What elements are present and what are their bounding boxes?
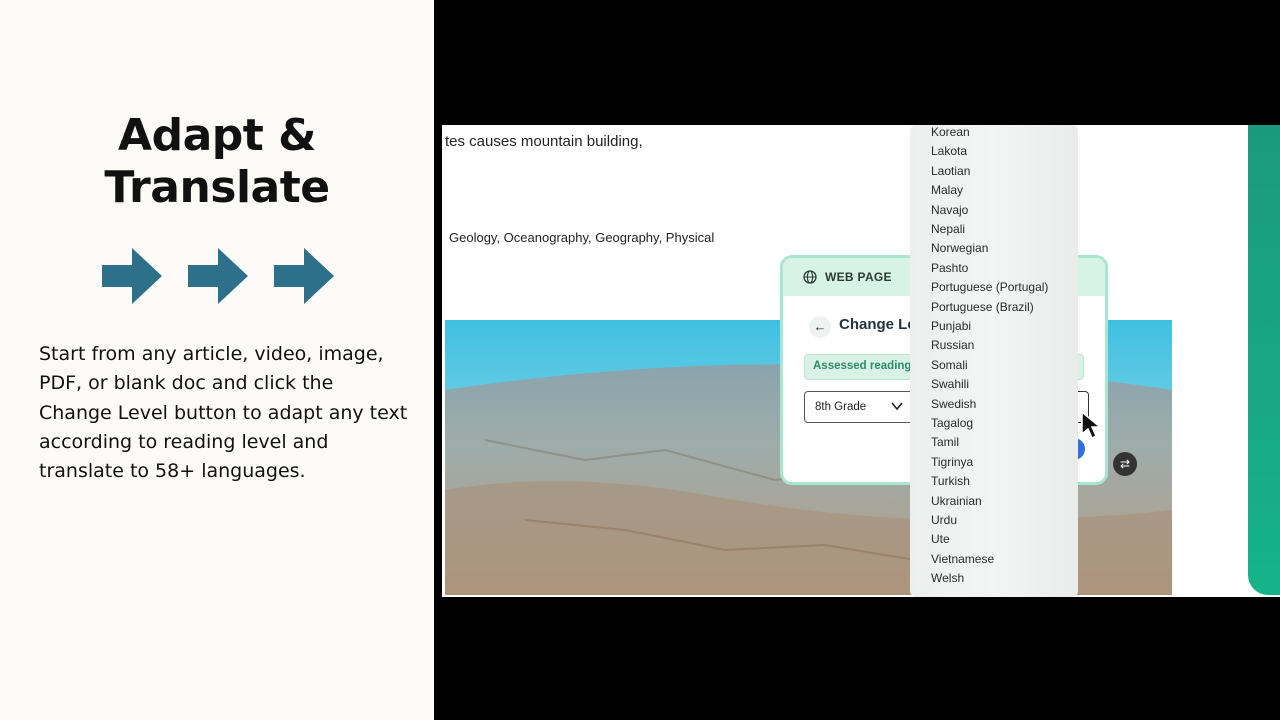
article-tags: Geology, Oceanography, Geography, Physic… [449, 230, 715, 245]
arrow-row [102, 246, 342, 306]
assessed-level-label: Assessed reading [813, 360, 912, 372]
headline-line-1: Adapt & [118, 110, 316, 161]
language-option[interactable]: Urdu [931, 513, 957, 527]
language-option[interactable]: Somali [931, 358, 968, 372]
language-option[interactable]: Swedish [931, 397, 976, 411]
language-option[interactable]: Tamil [931, 435, 959, 449]
language-option[interactable]: Portuguese (Portugal) [931, 280, 1048, 294]
globe-icon [803, 270, 817, 284]
language-option[interactable]: Welsh [931, 571, 964, 585]
language-option[interactable]: Portuguese (Brazil) [931, 300, 1034, 314]
language-option[interactable]: Swahili [931, 377, 969, 391]
promo-panel: Adapt & Translate Start from any article… [0, 0, 434, 720]
language-option[interactable]: Nepali [931, 222, 965, 236]
side-panel-edge [1248, 125, 1280, 595]
headline: Adapt & Translate [0, 110, 434, 214]
grade-level-value: 8th Grade [815, 401, 867, 413]
language-option[interactable]: Russian [931, 338, 974, 352]
mouse-pointer-icon [1081, 410, 1102, 440]
article-text: tes causes mountain building, [445, 133, 643, 150]
language-option[interactable]: Navajo [931, 203, 968, 217]
app-screenshot: tes causes mountain building, Geology, O… [442, 125, 1280, 597]
headline-line-2: Translate [104, 162, 330, 213]
language-option[interactable]: Ukrainian [931, 494, 982, 508]
language-option[interactable]: Vietnamese [931, 552, 994, 566]
source-type-label: WEB PAGE [825, 270, 892, 284]
language-option[interactable]: Korean [931, 125, 970, 139]
language-option[interactable]: Tagalog [931, 416, 973, 430]
swap-icon: ⇄ [1119, 457, 1131, 471]
language-option[interactable]: Punjabi [931, 319, 971, 333]
arrow-right-icon [102, 248, 162, 304]
language-option[interactable]: Tigrinya [931, 455, 973, 469]
language-option[interactable]: Ute [931, 532, 950, 546]
language-option[interactable]: Pashto [931, 261, 968, 275]
language-option[interactable]: Lakota [931, 144, 967, 158]
language-option[interactable]: Laotian [931, 164, 970, 178]
modal-title: Change Le [839, 316, 916, 333]
arrow-right-icon [188, 248, 248, 304]
arrow-left-icon: ← [813, 319, 827, 334]
arrow-right-icon [274, 248, 334, 304]
swap-button[interactable]: ⇄ [1113, 452, 1137, 476]
promo-description: Start from any article, video, image, PD… [39, 343, 408, 483]
back-button[interactable]: ← [809, 316, 831, 338]
language-option[interactable]: Malay [931, 183, 963, 197]
language-option[interactable]: Turkish [931, 474, 970, 488]
language-option[interactable]: Norwegian [931, 241, 988, 255]
chevron-down-icon [891, 401, 903, 414]
language-dropdown-list: Korean Lakota Laotian Malay Navajo Nepali Norw… [910, 125, 1078, 597]
